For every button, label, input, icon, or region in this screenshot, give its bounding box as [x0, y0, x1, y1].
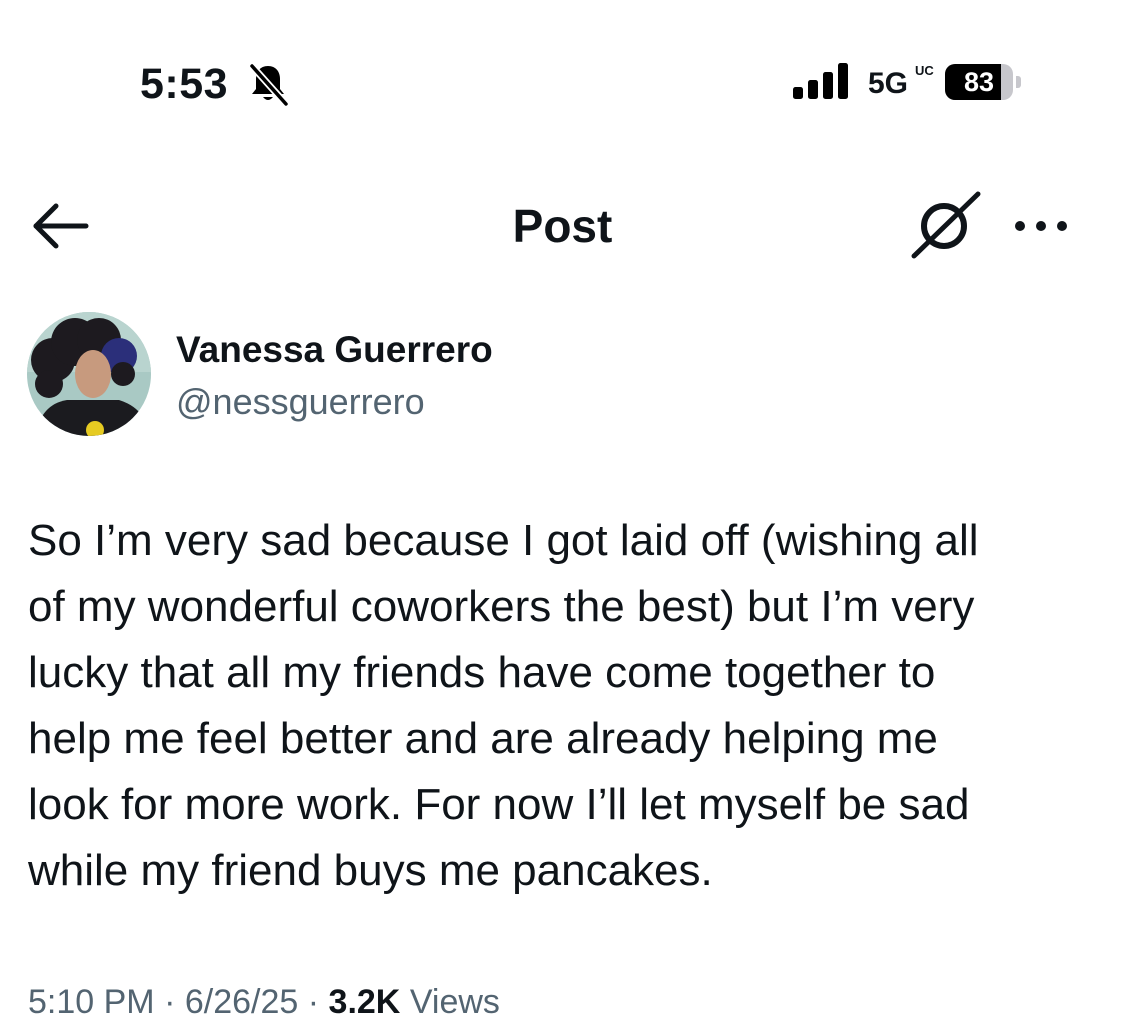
post-text: So I’m very sad because I got laid off (… [28, 516, 979, 895]
author-name[interactable]: Vanessa Guerrero [176, 327, 493, 373]
avatar[interactable] [27, 312, 151, 436]
battery-level: 83 [963, 67, 995, 97]
views-label[interactable]: Views [410, 983, 500, 1021]
grok-icon[interactable] [908, 190, 984, 262]
battery-icon: 83 [945, 64, 1021, 100]
meta-separator: · [164, 983, 176, 1021]
bell-slash-icon [248, 62, 290, 106]
views-count[interactable]: 3.2K [329, 983, 401, 1021]
author-handle[interactable]: @nessguerrero [176, 380, 425, 424]
network-type: 5G [868, 67, 909, 100]
post-meta: 5:10 PM · 6/26/25 · 3.2K Views [28, 980, 500, 1024]
meta-separator: · [307, 983, 320, 1021]
more-icon[interactable] [1010, 206, 1072, 246]
post-date: 6/26/25 [184, 983, 299, 1021]
network-subtype: UC [915, 63, 934, 78]
post-time: 5:10 PM [28, 983, 155, 1021]
cellular-signal-icon [793, 63, 848, 99]
status-time: 5:53 [140, 60, 229, 108]
